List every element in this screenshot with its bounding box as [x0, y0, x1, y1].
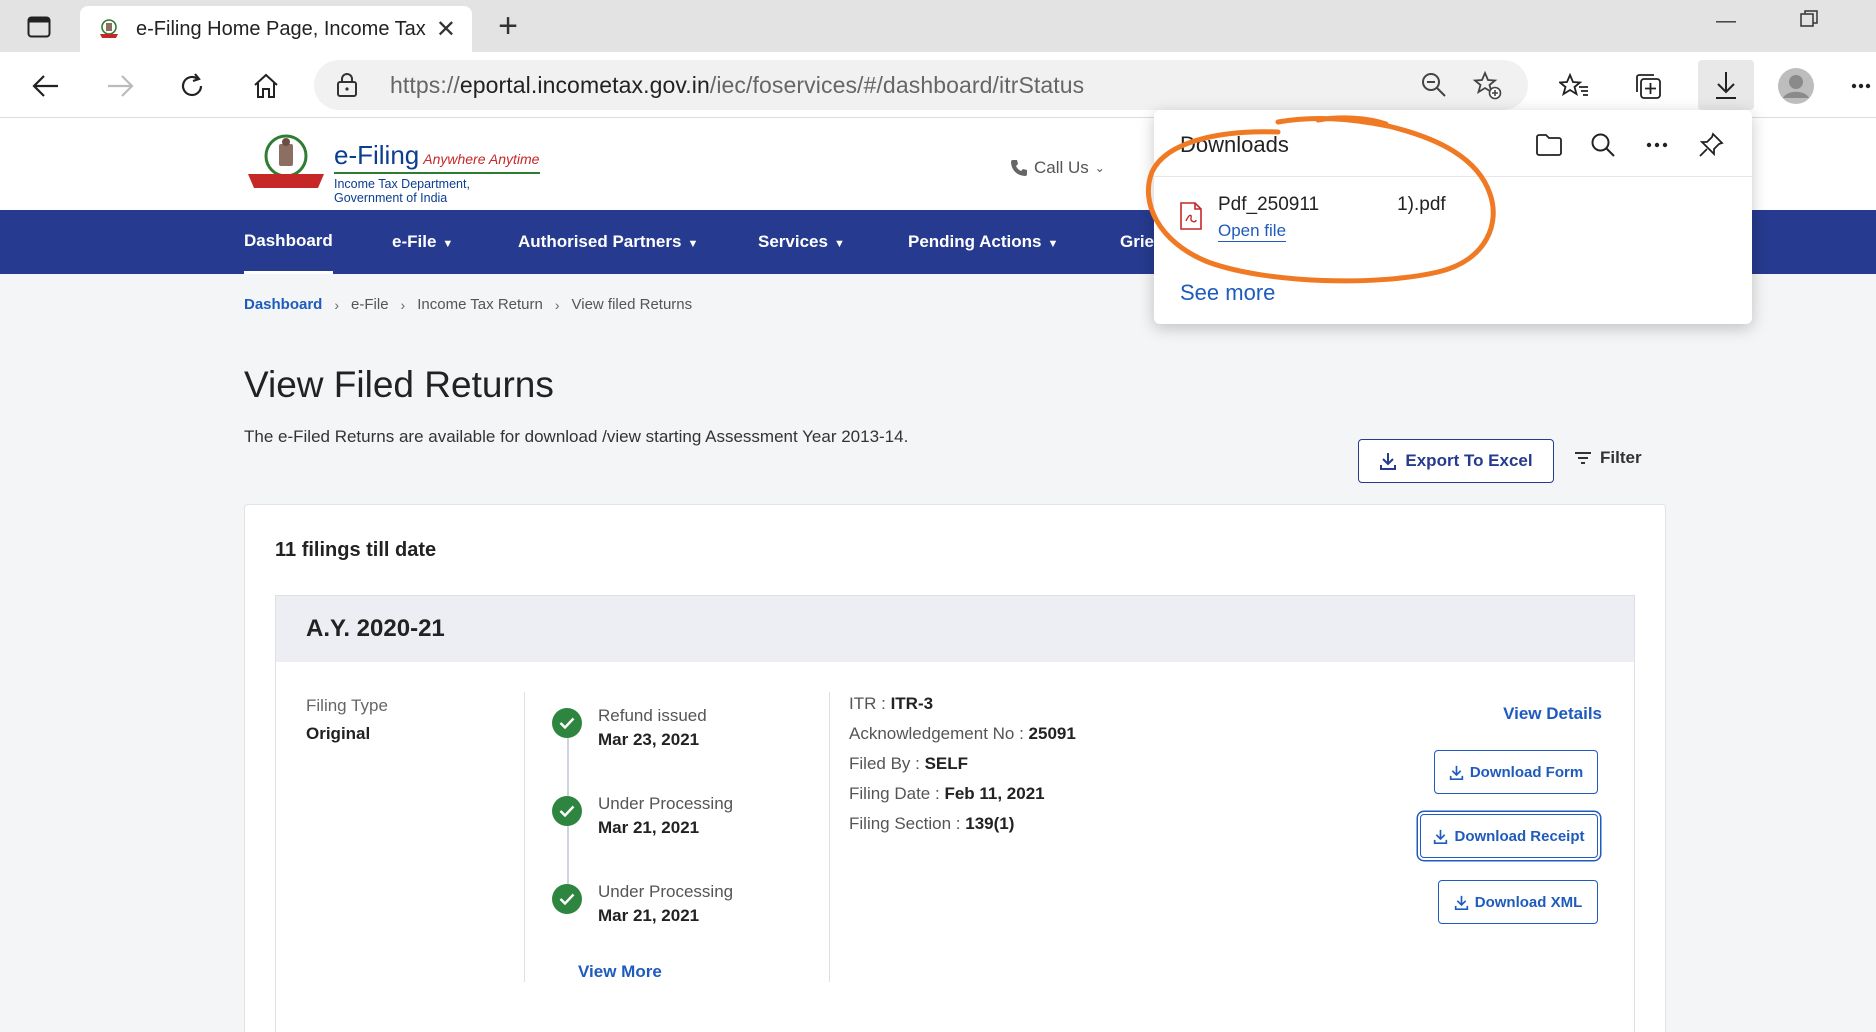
more-options-icon[interactable] — [1640, 128, 1674, 162]
collections-icon[interactable] — [1626, 64, 1670, 108]
address-bar[interactable]: https://eportal.incometax.gov.in/iec/fos… — [314, 60, 1528, 110]
filing-type-section: Filing Type Original — [306, 696, 388, 744]
divider — [1154, 176, 1752, 177]
browser-tab[interactable]: e-Filing Home Page, Income Tax ✕ — [80, 6, 472, 52]
page-title: View Filed Returns — [244, 364, 554, 405]
profile-avatar-icon[interactable] — [1774, 64, 1818, 108]
page-description: The e-Filed Returns are available for do… — [244, 427, 909, 446]
assessment-year-heading: A.Y. 2020-21 — [276, 596, 1634, 662]
filing-section-row: Filing Section : 139(1) — [849, 814, 1015, 833]
nav-authorised-partners[interactable]: Authorised Partners ▼ — [518, 210, 698, 274]
filing-type-label: Filing Type — [306, 696, 388, 715]
breadcrumb-income-tax-return[interactable]: Income Tax Return — [417, 296, 543, 313]
timeline-date: Mar 23, 2021 — [598, 730, 700, 749]
filing-type-value: Original — [306, 724, 371, 743]
nav-dashboard[interactable]: Dashboard — [244, 210, 333, 274]
breadcrumb-dashboard[interactable]: Dashboard — [244, 296, 322, 313]
download-icon — [1454, 895, 1468, 910]
folder-icon[interactable] — [1532, 128, 1566, 162]
timeline-status: Under Processing — [598, 882, 734, 901]
timeline-date: Mar 21, 2021 — [598, 906, 700, 925]
timeline-status: Under Processing — [598, 794, 734, 813]
downloaded-file-name: Pdf_250911 1).pdf — [1218, 194, 1446, 215]
refresh-icon[interactable] — [170, 64, 214, 108]
call-us-label: Call Us — [1034, 158, 1089, 177]
breadcrumb: Dashboard › e-File › Income Tax Return ›… — [244, 296, 692, 313]
chevron-right-icon: › — [400, 296, 406, 313]
downloads-title: Downloads — [1180, 132, 1289, 157]
pin-icon[interactable] — [1694, 128, 1728, 162]
efiling-logo-title: e-Filing Anywhere Anytime — [334, 140, 540, 170]
tab-title: e-Filing Home Page, Income Tax — [136, 17, 426, 40]
filter-button[interactable]: Filter — [1574, 448, 1642, 468]
restore-icon[interactable] — [1800, 10, 1818, 34]
return-details: ITR : ITR-3 Acknowledgement No : 25091 F… — [849, 694, 1076, 844]
favorites-icon[interactable] — [1552, 64, 1596, 108]
minimize-icon[interactable]: — — [1716, 10, 1736, 33]
call-us-menu[interactable]: Call Us ⌄ — [1010, 158, 1105, 178]
check-circle-icon — [552, 708, 582, 738]
column-divider — [524, 692, 525, 982]
forward-icon[interactable] — [98, 64, 142, 108]
acknowledgement-row: Acknowledgement No : 25091 — [849, 724, 1076, 743]
nav-services[interactable]: Services ▼ — [758, 210, 845, 274]
new-tab-icon[interactable]: + — [490, 8, 526, 44]
back-icon[interactable] — [24, 64, 68, 108]
chevron-down-icon: ⌄ — [1094, 161, 1105, 175]
download-icon — [1449, 765, 1463, 780]
nav-grievances[interactable]: Grie — [1120, 210, 1154, 274]
url-text: https://eportal.incometax.gov.in/iec/fos… — [390, 71, 1085, 98]
itr-row: ITR : ITR-3 — [849, 694, 934, 713]
zoom-out-icon[interactable] — [1420, 71, 1448, 104]
chevron-down-icon: ▼ — [1047, 238, 1059, 250]
chevron-right-icon: › — [334, 296, 340, 313]
download-icon — [1434, 829, 1448, 844]
downloads-icon[interactable] — [1698, 60, 1754, 110]
tab-actions-icon[interactable] — [22, 12, 56, 42]
ay-return-card: A.Y. 2020-21 Filing Type Original Refund… — [275, 595, 1635, 1032]
tab-close-icon[interactable]: ✕ — [436, 15, 456, 44]
breadcrumb-efile[interactable]: e-File — [351, 296, 389, 313]
nav-efile[interactable]: e-File ▼ — [392, 210, 453, 274]
view-details-link[interactable]: View Details — [1503, 704, 1602, 724]
settings-more-icon[interactable] — [1846, 64, 1876, 108]
download-form-button[interactable]: Download Form — [1434, 750, 1598, 794]
check-circle-icon — [552, 884, 582, 914]
downloads-flyout: Downloads Pdf_250911 1).pdf Open file See… — [1154, 110, 1752, 324]
timeline-status: Refund issued — [598, 706, 707, 725]
chevron-down-icon: ▼ — [442, 238, 454, 250]
breadcrumb-view-filed-returns: View filed Returns — [571, 296, 693, 313]
lock-icon[interactable] — [336, 72, 364, 98]
browser-tab-bar: e-Filing Home Page, Income Tax ✕ + — — [0, 0, 1876, 52]
export-to-excel-button[interactable]: Export To Excel — [1358, 439, 1554, 483]
home-icon[interactable] — [244, 64, 288, 108]
filter-icon — [1575, 452, 1591, 464]
view-more-link[interactable]: View More — [578, 962, 662, 982]
nav-pending-actions[interactable]: Pending Actions ▼ — [908, 210, 1058, 274]
phone-icon — [1011, 160, 1027, 176]
timeline-date: Mar 21, 2021 — [598, 818, 700, 837]
see-more-link[interactable]: See more — [1180, 280, 1275, 306]
browser-toolbar: https://eportal.incometax.gov.in/iec/fos… — [0, 52, 1876, 118]
add-favorite-icon[interactable] — [1472, 70, 1502, 105]
emblem-favicon-icon — [96, 16, 122, 42]
download-receipt-button[interactable]: Download Receipt — [1420, 814, 1598, 858]
logo-subtitle: Income Tax Department, Government of Ind… — [334, 172, 540, 205]
download-xml-button[interactable]: Download XML — [1438, 880, 1598, 924]
filed-returns-card: 11 filings till date A.Y. 2020-21 Filing… — [244, 504, 1666, 1032]
open-file-link[interactable]: Open file — [1218, 221, 1287, 242]
chevron-right-icon: › — [554, 296, 560, 313]
filings-count: 11 filings till date — [275, 539, 437, 561]
filed-by-row: Filed By : SELF — [849, 754, 969, 773]
chevron-down-icon: ▼ — [833, 238, 845, 250]
income-tax-emblem-icon[interactable] — [244, 132, 328, 192]
filing-date-row: Filing Date : Feb 11, 2021 — [849, 784, 1045, 803]
pdf-file-icon — [1180, 202, 1202, 235]
check-circle-icon — [552, 796, 582, 826]
column-divider — [829, 692, 830, 982]
download-icon — [1380, 453, 1397, 470]
logo-tagline: Anywhere Anytime — [423, 151, 540, 167]
search-icon[interactable] — [1586, 128, 1620, 162]
chevron-down-icon: ▼ — [687, 238, 699, 250]
